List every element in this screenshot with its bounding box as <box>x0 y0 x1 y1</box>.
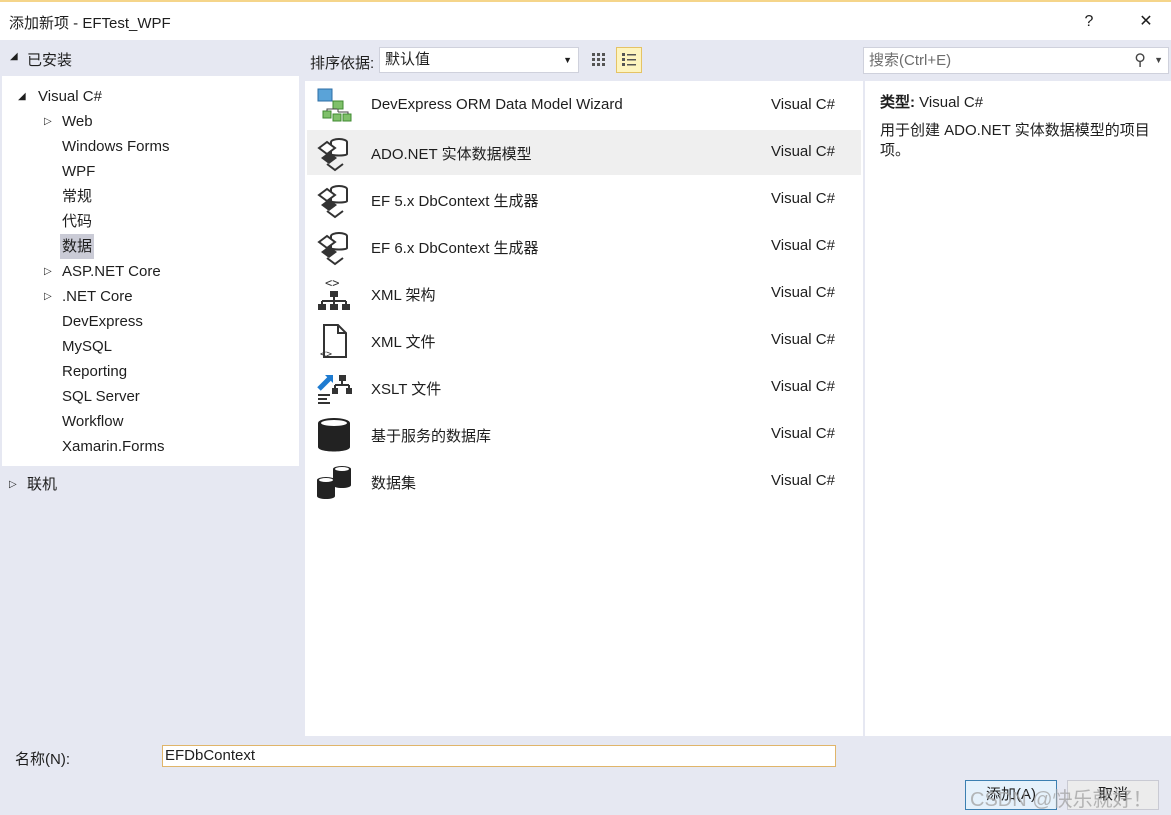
collapsed-arrow-icon: ▷ <box>44 116 52 127</box>
title-bar: 添加新项 - EFTest_WPF ? ✕ <box>0 0 1171 40</box>
tree-item-label: Reporting <box>62 363 128 380</box>
template-item[interactable]: 数据集 Visual C# <box>307 459 861 504</box>
dbcontext-generator-icon <box>315 228 353 266</box>
details-panel: 类型: Visual C# 用于创建 ADO.NET 实体数据模型的项目项。 <box>865 81 1171 736</box>
template-item[interactable]: EF 5.x DbContext 生成器 Visual C# <box>307 177 861 222</box>
window-title: 添加新项 - EFTest_WPF <box>9 15 171 32</box>
chevron-down-icon: ▼ <box>563 55 572 65</box>
sort-label: 排序依据: <box>310 55 375 72</box>
template-name: DevExpress ORM Data Model Wizard <box>371 96 623 113</box>
expanded-arrow-icon: ◢ <box>18 91 26 102</box>
dataset-icon <box>315 463 353 501</box>
template-type: Visual C# <box>771 425 835 442</box>
name-field[interactable]: EFDbContext <box>162 745 836 767</box>
template-name: XSLT 文件 <box>371 381 442 398</box>
template-list: DevExpress ORM Data Model Wizard Visual C… <box>305 81 863 736</box>
tree-item-label: 常规 <box>62 188 93 205</box>
xslt-file-icon <box>315 369 353 407</box>
xml-schema-icon: <> <box>315 275 353 313</box>
tree-item-label: Windows Forms <box>62 138 170 155</box>
tree-item-label: Web <box>62 113 93 130</box>
list-view-icon <box>622 53 636 66</box>
database-icon <box>315 416 353 454</box>
small-icons-view-button[interactable] <box>586 47 612 73</box>
template-name: ADO.NET 实体数据模型 <box>371 146 532 163</box>
detail-type-label: 类型: <box>880 94 915 111</box>
template-item[interactable]: 基于服务的数据库 Visual C# <box>307 412 861 457</box>
template-name: 基于服务的数据库 <box>371 428 492 445</box>
search-input[interactable]: 搜索(Ctrl+E) ⚲ ▼ <box>863 47 1169 74</box>
sort-dropdown[interactable]: 默认值 ▼ <box>379 47 579 73</box>
collapsed-arrow-icon: ▷ <box>44 266 52 277</box>
expanded-arrow-icon: ◢ <box>10 51 18 62</box>
template-type: Visual C# <box>771 284 835 301</box>
svg-text:<>: <> <box>320 349 332 360</box>
detail-description: 用于创建 ADO.NET 实体数据模型的项目项。 <box>880 122 1150 159</box>
tree-item-label: WPF <box>62 163 96 180</box>
tree-item-label: ASP.NET Core <box>62 263 161 280</box>
svg-text:<>: <> <box>325 276 339 290</box>
cancel-button[interactable]: 取消 <box>1067 780 1159 810</box>
tree-item-label: SQL Server <box>62 388 140 405</box>
tree-item-label: 代码 <box>62 213 93 230</box>
tree-item-label: 数据 <box>60 234 95 259</box>
installed-label: 已安装 <box>27 52 73 69</box>
template-item[interactable]: EF 6.x DbContext 生成器 Visual C# <box>307 224 861 269</box>
template-type: Visual C# <box>771 472 835 489</box>
template-name: XML 文件 <box>371 334 436 351</box>
tree-item-label: .NET Core <box>62 288 133 305</box>
template-name: EF 5.x DbContext 生成器 <box>371 193 539 210</box>
tree-item-label: MySQL <box>62 338 113 355</box>
collapsed-arrow-icon: ▷ <box>44 291 52 302</box>
detail-type: 类型: Visual C# <box>880 91 983 112</box>
tree-item-online[interactable]: ▷ 联机 <box>0 472 300 497</box>
template-type: Visual C# <box>771 190 835 207</box>
template-type: Visual C# <box>771 96 835 113</box>
template-name: XML 架构 <box>371 287 436 304</box>
template-item[interactable]: <> XML 文件 Visual C# <box>307 318 861 363</box>
dbcontext-generator-icon <box>315 181 353 219</box>
tree-item-label: Xamarin.Forms <box>62 438 165 455</box>
search-placeholder: 搜索(Ctrl+E) <box>869 52 952 69</box>
orm-wizard-icon <box>315 87 353 125</box>
tree-item-label: DevExpress <box>62 313 143 330</box>
template-item[interactable]: XSLT 文件 Visual C# <box>307 365 861 410</box>
installed-header[interactable]: ◢ 已安装 <box>0 40 300 76</box>
tree-item-label: Workflow <box>62 413 124 430</box>
sort-value: 默认值 <box>385 51 431 68</box>
xml-file-icon: <> <box>315 322 353 360</box>
search-icon: ⚲ <box>1134 52 1146 69</box>
template-item[interactable]: <> XML 架构 Visual C# <box>307 271 861 316</box>
template-type: Visual C# <box>771 378 835 395</box>
tree-item-label: 联机 <box>27 476 58 493</box>
template-name: EF 6.x DbContext 生成器 <box>371 240 539 257</box>
template-type: Visual C# <box>771 331 835 348</box>
collapsed-arrow-icon: ▷ <box>9 479 17 490</box>
grid-view-icon <box>592 53 605 66</box>
tree-item-label: Visual C# <box>38 88 102 105</box>
chevron-down-icon: ▼ <box>1154 55 1163 65</box>
template-item[interactable]: DevExpress ORM Data Model Wizard Visual C… <box>307 83 861 128</box>
template-type: Visual C# <box>771 143 835 160</box>
list-view-button[interactable] <box>616 47 642 73</box>
add-button[interactable]: 添加(A) <box>965 780 1057 810</box>
template-item[interactable]: ADO.NET 实体数据模型 Visual C# <box>307 130 861 175</box>
template-type: Visual C# <box>771 237 835 254</box>
entity-model-icon <box>315 134 353 172</box>
template-tree: ◢ Visual C# ▷ Web Windows Forms WPF 常规代码数据 ▷ A… <box>2 76 299 466</box>
name-label: 名称(N): <box>15 751 70 768</box>
close-button[interactable]: ✕ <box>1131 8 1161 36</box>
detail-type-value: Visual C# <box>919 94 984 111</box>
template-name: 数据集 <box>371 475 417 492</box>
help-button[interactable]: ? <box>1074 8 1104 36</box>
